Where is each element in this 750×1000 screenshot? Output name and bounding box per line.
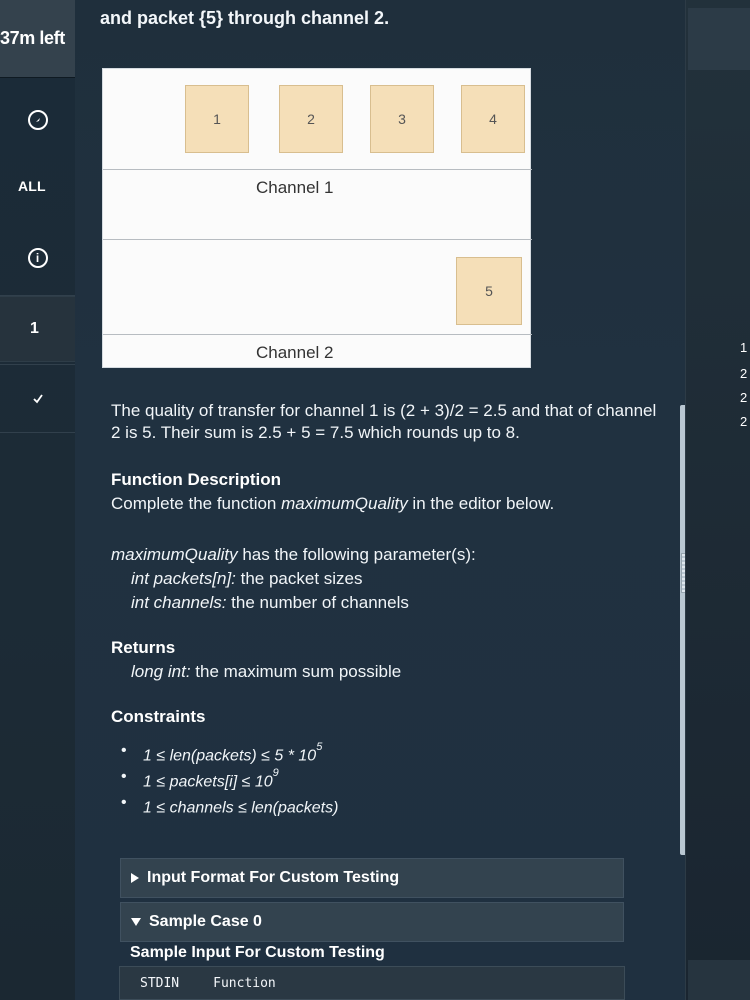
input-format-accordion[interactable]: Input Format For Custom Testing — [120, 858, 624, 898]
params-intro: maximumQuality has the following paramet… — [111, 545, 476, 565]
editor-line-number: 2 — [740, 390, 748, 405]
info-icon: i — [27, 248, 48, 268]
packet-4: 4 — [461, 85, 525, 153]
editor-footer — [688, 960, 750, 1000]
returns-desc: the maximum sum possible — [190, 662, 402, 681]
returns-term: long int: — [131, 662, 191, 681]
param-packets: int packets[n]: the packet sizes — [131, 569, 363, 589]
channel-2-line — [103, 334, 532, 335]
channel-1-label: Channel 1 — [256, 178, 334, 197]
packet-5: 5 — [456, 257, 522, 325]
sample-input-title: Sample Input For Custom Testing — [130, 944, 385, 961]
rail-nav-icon-button[interactable] — [0, 90, 75, 150]
sample-case-label: Sample Case 0 — [149, 913, 262, 930]
question-number-label: 1 — [30, 320, 39, 337]
param-channels-desc: the number of channels — [226, 593, 409, 612]
editor-toolbar — [688, 8, 750, 70]
input-format-label: Input Format For Custom Testing — [147, 869, 400, 886]
info-glyph: i — [35, 251, 40, 265]
rail-all-button[interactable]: ALL — [0, 156, 75, 216]
completed-check-button[interactable] — [0, 370, 75, 428]
left-rail: 37m left ALL i 1 — [0, 0, 75, 1000]
stdin-header-row: STDIN Function — [119, 966, 625, 1000]
packet-3: 3 — [370, 85, 434, 153]
channel-1-line — [103, 169, 532, 170]
constraint-item: 1 ≤ len(packets) ≤ 5 * 105 — [117, 738, 617, 764]
question-1-button[interactable]: 1 — [0, 296, 75, 362]
constraint-superscript: 5 — [316, 741, 323, 753]
collapse-arrow-icon — [131, 918, 141, 926]
function-description-text: Complete the function maximumQuality in … — [111, 494, 554, 514]
sample-case-accordion[interactable]: Sample Case 0 — [120, 902, 624, 942]
channel-2-label: Channel 2 — [256, 343, 334, 362]
param-packets-desc: the packet sizes — [235, 569, 363, 588]
explanation-text: The quality of transfer for channel 1 is… — [111, 401, 657, 442]
timer: 37m left — [0, 0, 75, 78]
expand-arrow-icon — [131, 873, 139, 883]
problem-panel: and packet {5} through channel 2. 1 2 3 … — [75, 0, 685, 1000]
stdin-label: STDIN — [140, 975, 180, 991]
editor-line-number: 1 — [740, 340, 748, 355]
problem-heading-snippet: and packet {5} through channel 2. — [100, 8, 390, 28]
channel-diagram: 1 2 3 4 Channel 1 5 Channel 2 — [102, 68, 532, 368]
check-icon — [32, 394, 43, 404]
constraint-superscript: 9 — [272, 767, 279, 779]
param-channels: int channels: the number of channels — [131, 593, 409, 613]
channel-1-bottom-line — [103, 239, 532, 240]
editor-line-number: 2 — [740, 366, 748, 381]
constraint-item: 1 ≤ channels ≤ len(packets) — [117, 790, 617, 816]
rail-all-label: ALL — [18, 178, 46, 194]
param-packets-term: int packets[n]: — [131, 569, 236, 588]
params-function-name: maximumQuality — [111, 545, 238, 564]
rail-divider-check — [0, 432, 75, 433]
function-description-prefix: Complete the function — [111, 494, 282, 513]
compass-icon — [27, 110, 48, 130]
packet-1: 1 — [185, 85, 249, 153]
constraint-text: 1 ≤ len(packets) ≤ 5 * 10 — [143, 747, 317, 765]
info-button[interactable]: i — [0, 228, 75, 288]
editor-line-number: 2 — [740, 414, 748, 429]
constraint-text: 1 ≤ packets[i] ≤ 10 — [143, 773, 273, 791]
function-name: maximumQuality — [281, 494, 408, 513]
returns-title: Returns — [111, 638, 176, 657]
function-description-title: Function Description — [111, 470, 281, 489]
rail-divider-bottom — [0, 364, 75, 365]
params-intro-suffix: has the following parameter(s): — [237, 545, 476, 564]
function-description-suffix: in the editor below. — [407, 494, 555, 513]
editor-pane — [685, 0, 750, 1000]
function-label: Function — [213, 975, 276, 991]
param-channels-term: int channels: — [131, 593, 227, 612]
compass-needle-icon — [35, 118, 40, 122]
constraints-list: 1 ≤ len(packets) ≤ 5 * 105 1 ≤ packets[i… — [117, 738, 617, 816]
constraint-item: 1 ≤ packets[i] ≤ 109 — [117, 764, 617, 790]
constraints-title: Constraints — [111, 707, 206, 726]
constraint-text: 1 ≤ channels ≤ len(packets) — [143, 799, 339, 817]
returns-text: long int: the maximum sum possible — [131, 662, 401, 682]
packet-2: 2 — [279, 85, 343, 153]
